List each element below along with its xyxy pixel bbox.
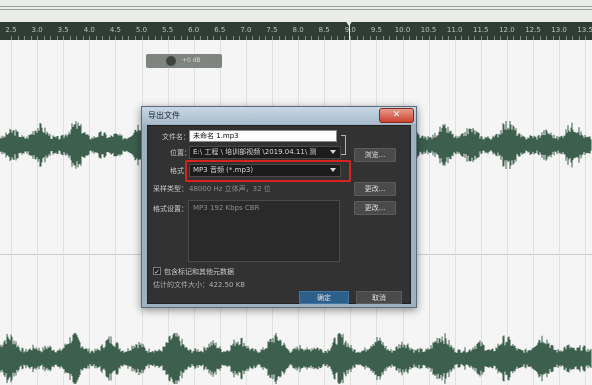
ruler-tick-label: 7.0 [240, 26, 252, 34]
ruler-tick-label: 11.0 [446, 26, 463, 34]
ruler-tick-label: 12.0 [499, 26, 515, 34]
ruler-tick-label: 9.5 [370, 26, 382, 34]
top-toolbar-strip [0, 0, 592, 22]
close-icon: ✕ [392, 110, 401, 120]
ruler-tick-label: 12.5 [525, 26, 541, 34]
location-bracket [341, 135, 346, 155]
ruler-tick-label: 11.5 [473, 26, 489, 34]
close-button[interactable]: ✕ [379, 108, 414, 123]
browse-button[interactable]: 浏览... [354, 148, 396, 162]
ruler-tick-label: 13.5 [577, 26, 592, 34]
ruler-tick-label: 5.0 [135, 26, 148, 34]
ruler-tick-label: 7.5 [266, 26, 278, 34]
ruler-tick-label: 3.5 [57, 26, 69, 34]
ruler-tick-label: 10.5 [420, 26, 437, 34]
time-ruler[interactable]: 2.5 3.0 3.5 4.0 4.5 5.0 5.5 6.0 6.5 7.0 7.5 8.0 8.5 9… [0, 22, 592, 40]
dialog-title: 导出文件 [148, 111, 180, 120]
volume-knob-icon[interactable] [166, 56, 176, 66]
playhead-marker[interactable] [345, 20, 353, 40]
ruler-tick-label: 3.0 [31, 26, 43, 34]
chevron-down-icon [330, 150, 336, 154]
ruler-tick-label: 6.5 [214, 26, 226, 34]
estimated-file-size: 估计的文件大小：422.50 KB [153, 281, 246, 289]
export-file-dialog: 导出文件 ✕ 文件名： 未命名 1.mp3 位置： E:\ 工程 \ 培训部视频… [141, 106, 417, 308]
waveform-path [0, 333, 592, 384]
change-format-settings-button[interactable]: 更改... [354, 201, 396, 215]
include-markers-label: 包含标记和其他元数据 [164, 268, 234, 276]
ruler-tick-label: 5.5 [162, 26, 174, 34]
ruler-tick-label: 8.5 [318, 26, 330, 34]
filename-input[interactable]: 未命名 1.mp3 [189, 130, 337, 142]
location-dropdown[interactable]: E:\ 工程 \ 培训部视频 \2019.04.11\ 测 [189, 146, 341, 159]
location-label: 位置： [170, 149, 191, 157]
sample-type-label: 采样类型： [153, 185, 188, 193]
include-markers-checkbox[interactable]: ✓ [153, 267, 161, 276]
filename-label: 文件名： [162, 133, 190, 141]
sample-type-value: 48000 Hz 立体声，32 位 [189, 185, 271, 193]
format-highlight-box [185, 160, 351, 182]
ruler-tick-label: 10.0 [394, 26, 411, 34]
waveform-channel-right[interactable] [0, 332, 592, 385]
ruler-tick-label: 4.0 [83, 26, 95, 34]
format-settings-box: MP3 192 Kbps CBR [188, 200, 340, 262]
ruler-tick-label: 2.5 [5, 26, 17, 34]
format-settings-label: 格式设置： [153, 205, 188, 213]
volume-hud[interactable]: +0 dB [146, 54, 222, 68]
ruler-tick-label: 4.5 [109, 26, 121, 34]
change-sample-type-button[interactable]: 更改... [354, 182, 396, 196]
cancel-button[interactable]: 取消 [356, 291, 402, 304]
format-settings-value: MP3 192 Kbps CBR [193, 204, 260, 212]
ruler-tick-label: 6.0 [188, 26, 200, 34]
ok-button[interactable]: 确定 [299, 291, 349, 304]
waveform-right-graphic [0, 333, 592, 384]
location-value: E:\ 工程 \ 培训部视频 \2019.04.11\ 测 [193, 148, 317, 156]
ruler-tick-label: 13.0 [551, 26, 567, 34]
volume-hud-label: +0 dB [182, 57, 201, 64]
ruler-tick-label: 8.0 [292, 26, 304, 34]
dialog-body: 文件名： 未命名 1.mp3 位置： E:\ 工程 \ 培训部视频 \2019.… [147, 125, 411, 304]
dialog-titlebar[interactable]: 导出文件 ✕ [142, 107, 416, 124]
